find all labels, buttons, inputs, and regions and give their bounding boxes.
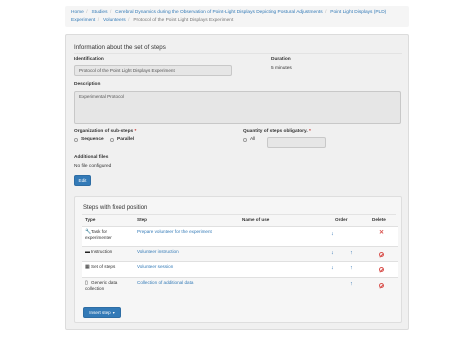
col-name-of-use: Name of use [242, 217, 270, 222]
move-up-icon[interactable]: ↑ [350, 250, 353, 256]
col-step: Step [137, 217, 147, 222]
move-up-icon[interactable]: ↑ [350, 265, 353, 271]
step-type: 🔧Task for experimenter [85, 229, 112, 240]
breadcrumb-home[interactable]: Home [71, 10, 84, 15]
description-label: Description [74, 82, 101, 87]
divider [82, 214, 396, 215]
description-field[interactable]: Experimental Protocol [74, 91, 401, 124]
move-down-icon[interactable]: ↓ [331, 250, 334, 256]
col-type: Type [85, 217, 96, 222]
quantity-input[interactable] [267, 137, 326, 148]
breadcrumb-separator: / [97, 17, 100, 23]
table-row: ▯ Generic data collection Collection of a… [82, 277, 398, 298]
move-up-icon[interactable]: ↑ [350, 281, 353, 287]
radio-parallel[interactable]: Parallel [110, 137, 134, 142]
breadcrumb-separator: / [86, 10, 88, 15]
edit-button[interactable]: Edit [74, 175, 91, 186]
steps-title: Steps with fixed position [83, 205, 148, 211]
step-set-panel: Information about the set of steps Ident… [65, 34, 409, 330]
identification-field[interactable]: Protocol of the Point Light Displays Exp… [74, 65, 232, 76]
step-type: ▦Set of steps [85, 264, 116, 270]
radio-dot [243, 137, 247, 142]
divider [74, 53, 402, 54]
step-type: ▬Instruction [85, 249, 113, 255]
radio-sequence[interactable]: Sequence [74, 137, 104, 142]
breadcrumb-study[interactable]: Cerebral Dynamics during the Observation… [115, 10, 322, 15]
table-row: ▦Set of steps Volunteer session ↓ ↑ [82, 261, 398, 277]
breadcrumb-separator: / [109, 10, 112, 15]
organization-label: Organization of sub-steps * [74, 129, 137, 134]
move-down-icon[interactable]: ↓ [331, 265, 334, 271]
step-link[interactable]: Volunteer instruction [137, 249, 179, 255]
col-order: Order [335, 217, 348, 222]
breadcrumb: Home / Studies / Cerebral Dynamics during … [65, 6, 409, 27]
move-down-icon[interactable]: ↓ [331, 231, 334, 237]
ban-icon[interactable] [379, 267, 384, 272]
additional-files-value: No file configured [74, 164, 112, 169]
table-row: 🔧Task for experimenter Prepare volunteer… [82, 226, 398, 246]
step-link[interactable]: Prepare volunteer for the experiment [137, 229, 212, 235]
quantity-label: Quantity of steps obligatory. * [243, 129, 311, 134]
radio-dot [74, 137, 78, 142]
steps-panel: Steps with fixed position Type Step Name… [74, 196, 402, 323]
caret-down-icon: ▾ [112, 310, 115, 315]
delete-icon[interactable]: ✕ [379, 230, 384, 236]
step-link[interactable]: Volunteer session [137, 264, 173, 270]
ban-icon[interactable] [379, 283, 384, 288]
breadcrumb-studies[interactable]: Studies [91, 10, 107, 15]
step-link[interactable]: Collection of additional data [137, 280, 193, 286]
breadcrumb-separator: / [325, 10, 327, 15]
breadcrumb-volunteers[interactable]: Volunteers [103, 18, 126, 23]
radio-dot [110, 137, 114, 142]
duration-value: 5 minutes [271, 66, 292, 71]
radio-all[interactable]: All [243, 137, 255, 142]
breadcrumb-current: Protocol of the Point Light Displays Exp… [133, 17, 234, 23]
section-title: Information about the set of steps [74, 44, 166, 51]
step-type: ▯ Generic data collection [85, 280, 118, 291]
identification-label: Identification [74, 57, 104, 62]
additional-files-label: Additional files [74, 155, 109, 160]
insert-step-button[interactable]: Insert step ▾ [83, 307, 121, 318]
breadcrumb-separator: / [128, 17, 130, 23]
duration-label: Duration [271, 57, 291, 62]
ban-icon[interactable] [379, 252, 384, 257]
table-row: ▬Instruction Volunteer instruction ↓ ↑ [82, 246, 398, 261]
col-delete: Delete [372, 217, 386, 222]
